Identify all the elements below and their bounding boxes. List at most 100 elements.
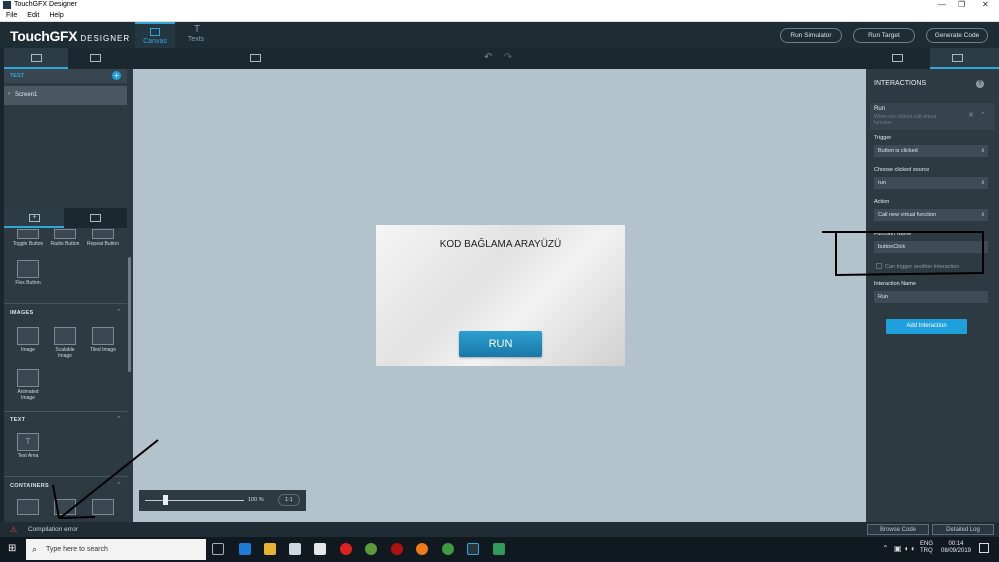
- widget-scrollable-container[interactable]: [49, 499, 81, 517]
- select-arrows-icon: ⇕: [980, 180, 985, 186]
- widget-swipe-container[interactable]: [87, 499, 119, 517]
- tray-chevron-icon[interactable]: ⌃: [882, 544, 889, 553]
- widget-repeat-button[interactable]: Repeat Button: [87, 229, 119, 247]
- divider: [4, 476, 127, 477]
- app-logo: TouchGFX DESIGNER: [10, 28, 130, 44]
- screen-list-item[interactable]: › Screen1: [4, 86, 127, 105]
- interaction-description: When run clicked call virtual function: [874, 114, 936, 126]
- screen-title-text[interactable]: KOD BAĞLAMA ARAYÜZÜ: [376, 239, 625, 250]
- select-arrows-icon: ⇕: [980, 212, 985, 218]
- collapse-containers-icon[interactable]: ⌃: [116, 481, 122, 489]
- language-indicator[interactable]: ENG TRQ: [920, 541, 933, 555]
- widget-tiled-image[interactable]: Tiled Image: [87, 327, 119, 353]
- canvas-view-icon[interactable]: [250, 54, 261, 62]
- function-name-input[interactable]: buttonClick: [874, 241, 988, 253]
- add-interaction-button[interactable]: Add Interaction: [886, 319, 967, 334]
- widget-image[interactable]: Image: [12, 327, 44, 353]
- collapse-images-icon[interactable]: ⌃: [116, 308, 122, 316]
- widget-radio-button[interactable]: Radio Button: [49, 229, 81, 247]
- widget-container[interactable]: [12, 499, 44, 517]
- maximize-icon[interactable]: ❐: [958, 0, 965, 10]
- delete-interaction-icon[interactable]: ✕: [968, 111, 974, 119]
- warning-icon: ⚠: [10, 525, 18, 534]
- run-simulator-button[interactable]: Run Simulator: [780, 28, 842, 43]
- text-section-title: TEXT: [10, 417, 26, 423]
- flex-button-icon: [17, 260, 39, 278]
- mail-icon[interactable]: [314, 543, 326, 555]
- source-select[interactable]: run ⇕: [874, 177, 988, 189]
- tab-properties[interactable]: [866, 48, 930, 69]
- left-scrollbar[interactable]: [128, 257, 131, 372]
- flex-button-label: Flex Button: [15, 280, 41, 286]
- compilation-error-text[interactable]: Compilation error: [28, 526, 78, 533]
- widget-toggle-button[interactable]: Toggle Button: [12, 229, 44, 247]
- toggle-button-label: Toggle Button: [12, 241, 44, 247]
- screen-name: Screen1: [15, 92, 38, 98]
- detailed-log-button[interactable]: Detailed Log: [932, 524, 994, 535]
- store-icon[interactable]: [289, 543, 301, 555]
- generate-code-button[interactable]: Generate Code: [926, 28, 988, 43]
- app-icon-red[interactable]: [391, 543, 403, 555]
- app-icon-green[interactable]: [365, 543, 377, 555]
- browse-code-button[interactable]: Browse Code: [867, 524, 929, 535]
- interaction-card[interactable]: Run When run clicked call virtual functi…: [870, 103, 995, 130]
- properties-icon: [892, 54, 903, 62]
- can-trigger-checkbox[interactable]: [876, 263, 882, 269]
- opera-icon[interactable]: [340, 543, 352, 555]
- zoom-reset-button[interactable]: 1:1: [278, 494, 300, 506]
- notifications-icon[interactable]: [979, 543, 989, 553]
- chrome-icon[interactable]: [442, 543, 454, 555]
- widget-text-area[interactable]: T Text Area: [12, 433, 44, 459]
- tab-screens[interactable]: [4, 48, 68, 69]
- repeat-button-icon: [92, 229, 114, 239]
- repeat-button-label: Repeat Button: [87, 241, 119, 247]
- file-explorer-icon[interactable]: [264, 543, 276, 555]
- tab-texts[interactable]: T Texts: [176, 22, 216, 48]
- undo-icon[interactable]: ↶: [484, 52, 492, 63]
- screen-preview[interactable]: KOD BAĞLAMA ARAYÜZÜ RUN: [376, 225, 625, 366]
- widget-flex-button[interactable]: Flex Button: [12, 260, 44, 286]
- edge-icon[interactable]: [239, 543, 251, 555]
- firefox-icon[interactable]: [416, 543, 428, 555]
- clock[interactable]: 00:14 08/09/2019: [940, 541, 972, 555]
- tab-widgets-tree[interactable]: [68, 48, 132, 69]
- collapse-interaction-icon[interactable]: ⌃: [980, 111, 986, 119]
- tab-add-widget[interactable]: +: [4, 208, 64, 228]
- minimize-icon[interactable]: —: [938, 0, 946, 10]
- tab-canvas[interactable]: Canvas: [135, 22, 175, 48]
- swipe-container-icon: [92, 499, 114, 515]
- taskbar-search-input[interactable]: ⌕ Type here to search: [26, 539, 206, 560]
- help-icon[interactable]: ?: [976, 80, 984, 88]
- app-icon: [3, 1, 11, 9]
- tray-icons[interactable]: ▣ ◖ ◐: [894, 544, 916, 553]
- function-name-value: buttonClick: [878, 244, 906, 250]
- redo-icon[interactable]: ↷: [504, 52, 512, 63]
- tiled-image-icon: [92, 327, 114, 345]
- run-button[interactable]: RUN: [459, 331, 542, 357]
- scrollable-container-icon: [54, 499, 76, 515]
- action-select[interactable]: Call new virtual function ⇕: [874, 209, 988, 221]
- zoom-bar: 100 % 1:1: [139, 490, 306, 511]
- widget-scalable-image[interactable]: Scalable Image: [49, 327, 81, 359]
- app-icon-teal[interactable]: [493, 543, 505, 555]
- menu-bar: File Edit Help: [0, 10, 999, 22]
- can-trigger-label: Can trigger another interaction: [885, 264, 960, 270]
- interactions-icon: [952, 54, 963, 62]
- add-screen-icon[interactable]: +: [112, 71, 121, 80]
- windows-start-icon[interactable]: ⊞: [8, 543, 16, 554]
- animated-image-label: Animated Image: [17, 389, 39, 401]
- zoom-slider-handle[interactable]: [162, 495, 168, 505]
- tab-interactions[interactable]: [930, 48, 999, 69]
- menu-file[interactable]: File: [6, 10, 17, 22]
- widget-animated-image[interactable]: Animated Image: [12, 369, 44, 401]
- menu-edit[interactable]: Edit: [27, 10, 39, 22]
- run-target-button[interactable]: Run Target: [853, 28, 915, 43]
- collapse-text-icon[interactable]: ⌃: [116, 415, 122, 423]
- touchgfx-taskbar-icon[interactable]: [467, 543, 479, 555]
- interaction-name-input[interactable]: Run: [874, 291, 988, 303]
- trigger-select[interactable]: Button is clicked ⇕: [874, 145, 988, 157]
- close-icon[interactable]: ✕: [982, 0, 989, 10]
- menu-help[interactable]: Help: [49, 10, 63, 22]
- task-view-icon[interactable]: [212, 543, 224, 555]
- image-widget-tab-icon[interactable]: [90, 214, 101, 222]
